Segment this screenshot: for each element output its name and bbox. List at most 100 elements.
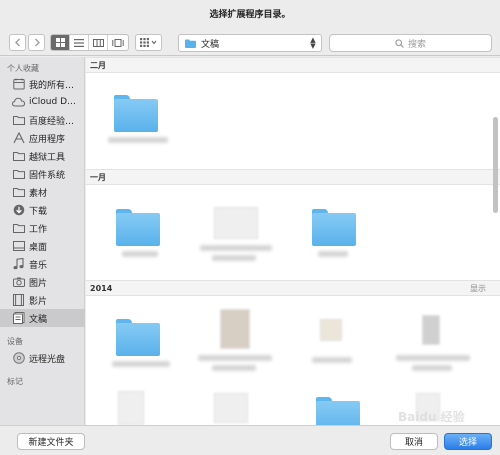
file-item[interactable] xyxy=(210,391,280,425)
file-item[interactable] xyxy=(396,309,470,379)
file-item[interactable] xyxy=(304,199,374,267)
folder-icon xyxy=(316,393,366,425)
section-label: 2014 xyxy=(90,284,113,293)
section-header-january: 一月 xyxy=(86,169,500,185)
dialog-title: 选择扩展程序目录。 xyxy=(0,0,500,30)
film-icon xyxy=(12,294,25,306)
sidebar-item-label: 桌面 xyxy=(29,242,48,253)
sidebar-item-downloads[interactable]: 下载 xyxy=(0,201,85,219)
coverflow-view-button[interactable] xyxy=(108,35,127,50)
dialog-footer: 新建文件夹 取消 选择 xyxy=(0,425,500,455)
new-folder-button[interactable]: 新建文件夹 xyxy=(17,433,85,450)
file-item[interactable] xyxy=(110,391,180,425)
document-icon xyxy=(416,393,440,421)
updown-chevron-icon: ▲ ▼ xyxy=(310,36,316,50)
all-files-icon xyxy=(12,78,25,90)
folder-icon xyxy=(12,168,25,180)
sidebar-item-jailbreak-folder[interactable]: 越狱工具 xyxy=(0,147,85,165)
sidebar-item-documents[interactable]: 文稿 xyxy=(0,309,85,327)
disc-icon xyxy=(12,352,25,364)
sidebar-item-assets-folder[interactable]: 素材 xyxy=(0,183,85,201)
sidebar-item-label: iCloud D… xyxy=(29,97,76,107)
folder-icon xyxy=(116,315,166,360)
show-more-link[interactable]: 显示 xyxy=(470,281,486,296)
sidebar-item-label: 远程光盘 xyxy=(29,354,66,365)
file-name xyxy=(396,355,470,361)
sidebar-item-baidu-folder[interactable]: 百度经验… xyxy=(0,111,85,129)
arrange-button[interactable] xyxy=(135,34,162,51)
file-name xyxy=(112,361,170,367)
sidebar-header-devices: 设备 xyxy=(7,337,23,346)
file-name xyxy=(200,245,272,251)
icon-view-button[interactable] xyxy=(51,35,70,50)
folder-icon xyxy=(12,150,25,162)
sidebar-item-label: 我的所有… xyxy=(29,80,75,91)
file-name xyxy=(198,355,272,361)
search-field[interactable]: 搜索 xyxy=(329,34,492,52)
file-name-line2 xyxy=(212,365,256,371)
document-icon xyxy=(214,393,248,423)
sidebar-item-icloud[interactable]: iCloud D… xyxy=(0,93,85,111)
section-header-2014: 2014 显示 xyxy=(86,280,500,296)
sidebar-item-pictures[interactable]: 图片 xyxy=(0,273,85,291)
file-item[interactable] xyxy=(106,87,176,155)
file-item[interactable] xyxy=(412,391,482,425)
sidebar-item-desktop[interactable]: 桌面 xyxy=(0,237,85,255)
back-button[interactable] xyxy=(9,34,26,51)
file-item[interactable] xyxy=(304,309,374,379)
location-label: 文稿 xyxy=(201,39,220,50)
sidebar-item-applications[interactable]: 应用程序 xyxy=(0,129,85,147)
download-icon xyxy=(12,204,25,216)
view-mode-selector xyxy=(50,34,129,51)
camera-icon xyxy=(12,276,25,288)
sidebar-item-label: 文稿 xyxy=(29,314,48,325)
file-name xyxy=(312,357,352,363)
document-icon xyxy=(214,207,258,239)
file-name xyxy=(318,251,348,257)
sidebar-header-favorites: 个人收藏 xyxy=(7,64,39,73)
app-icon xyxy=(320,319,342,341)
sidebar-item-movies[interactable]: 影片 xyxy=(0,291,85,309)
cancel-button[interactable]: 取消 xyxy=(390,433,438,450)
sidebar-item-label: 图片 xyxy=(29,278,48,289)
choose-button[interactable]: 选择 xyxy=(444,433,492,450)
sidebar-item-firmware-folder[interactable]: 固件系统 xyxy=(0,165,85,183)
document-icon xyxy=(12,312,25,324)
file-name-line2 xyxy=(412,365,452,371)
sidebar-item-label: 素材 xyxy=(29,188,48,199)
sidebar-item-label: 工作 xyxy=(29,224,48,235)
document-icon xyxy=(118,391,144,425)
location-popup[interactable]: 文稿 ▲ ▼ xyxy=(178,34,322,52)
sidebar-item-label: 固件系统 xyxy=(29,170,66,181)
sidebar-item-remote-disc[interactable]: 远程光盘 xyxy=(0,349,85,367)
folder-icon xyxy=(12,222,25,234)
file-name xyxy=(122,251,158,257)
chevron-right-icon xyxy=(34,38,40,47)
file-item[interactable] xyxy=(198,309,272,379)
folder-icon xyxy=(185,39,196,48)
column-view-button[interactable] xyxy=(89,35,108,50)
cloud-icon xyxy=(12,96,25,108)
desktop-icon xyxy=(12,240,25,252)
file-item[interactable] xyxy=(198,199,272,267)
sidebar-item-label: 音乐 xyxy=(29,260,48,271)
file-item[interactable] xyxy=(108,309,178,379)
sidebar-item-work-folder[interactable]: 工作 xyxy=(0,219,85,237)
file-item[interactable] xyxy=(308,393,378,425)
music-icon xyxy=(12,258,25,270)
arrange-grid-icon xyxy=(140,38,157,47)
column-view-icon xyxy=(92,38,104,47)
folder-icon xyxy=(114,91,164,136)
list-view-button[interactable] xyxy=(70,35,89,50)
chevron-left-icon xyxy=(14,38,20,47)
sidebar-item-label: 越狱工具 xyxy=(29,152,66,163)
file-browser: 二月 一月 2014 显示 xyxy=(86,57,500,425)
section-header-february: 二月 xyxy=(86,57,500,73)
file-item[interactable] xyxy=(108,199,178,267)
vertical-scrollbar[interactable] xyxy=(493,117,498,213)
forward-button[interactable] xyxy=(28,34,45,51)
sidebar-item-music[interactable]: 音乐 xyxy=(0,255,85,273)
sidebar-item-all-files[interactable]: 我的所有… xyxy=(0,75,85,93)
icon-view-icon xyxy=(55,38,65,47)
file-name-line2 xyxy=(212,255,256,261)
